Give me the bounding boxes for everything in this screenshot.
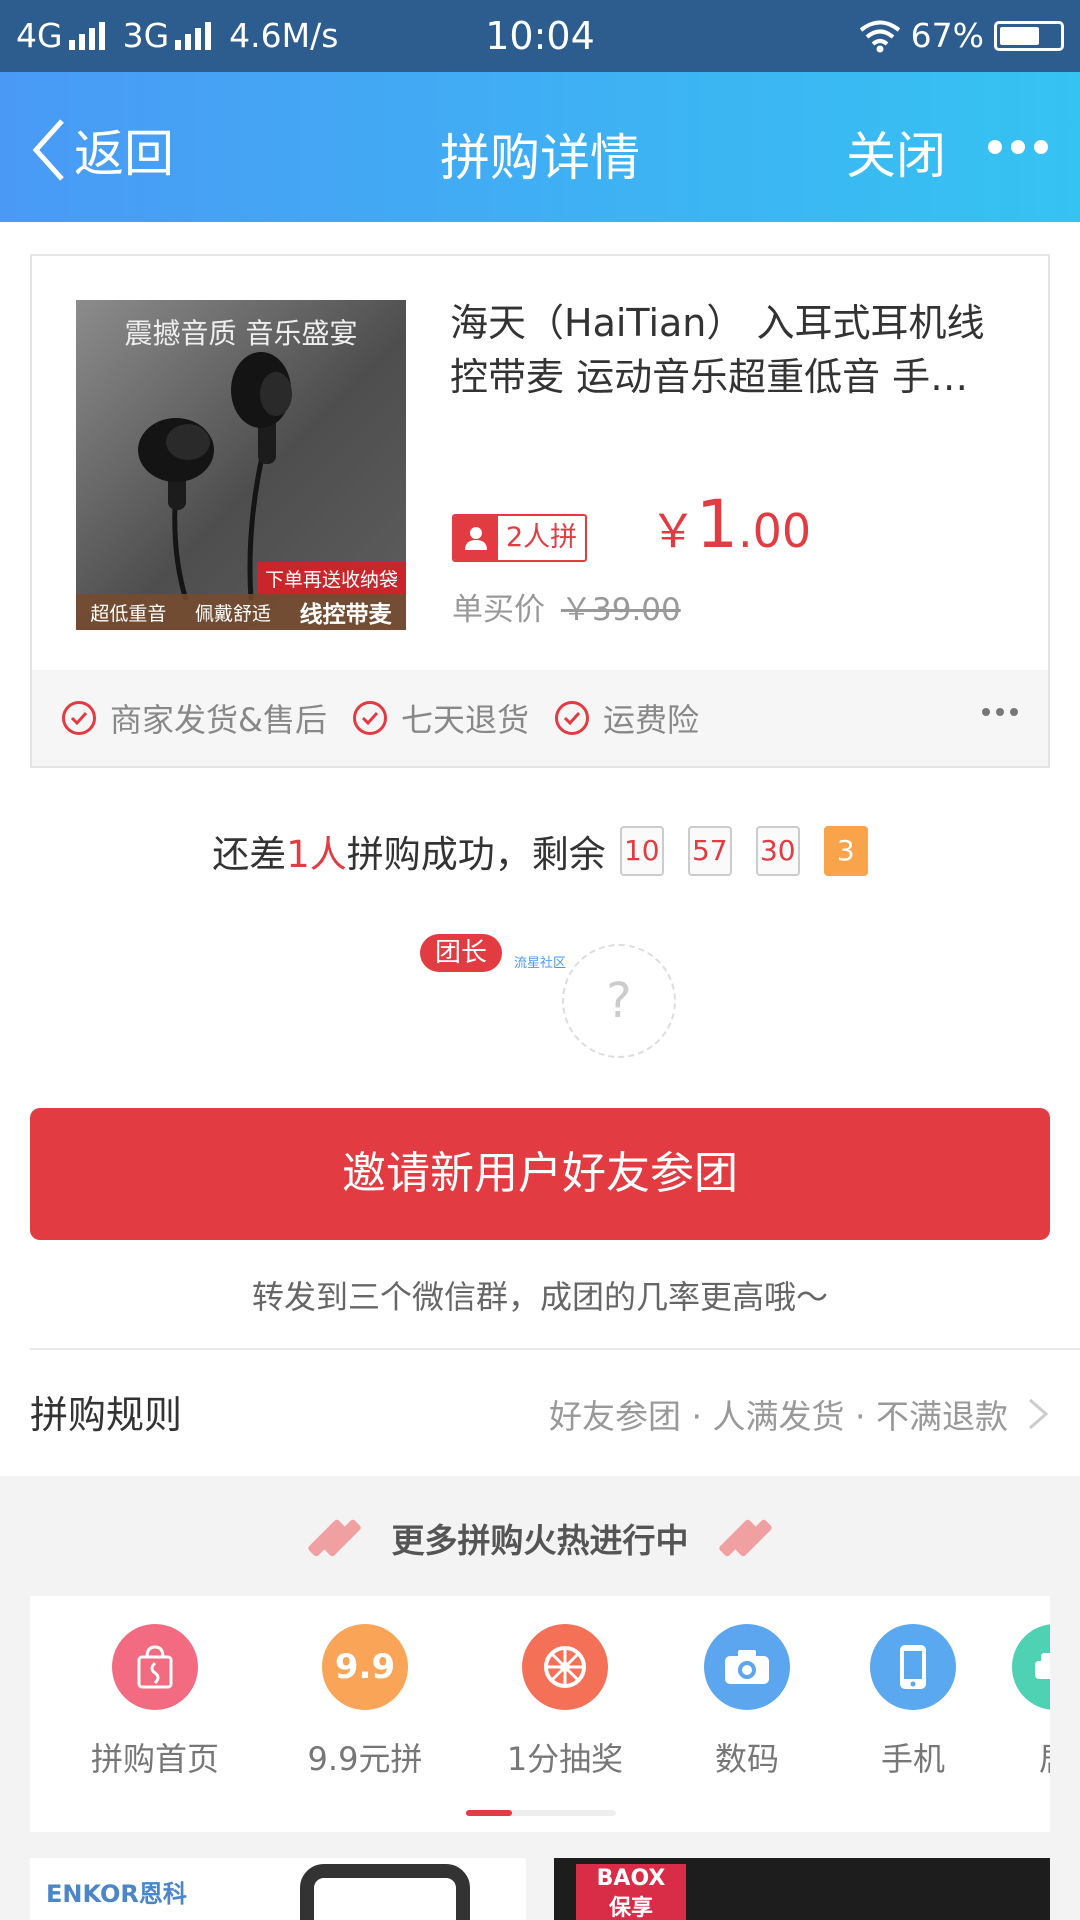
invite-button[interactable]: 邀请新用户好友参团	[30, 1108, 1050, 1240]
battery-percent: 67%	[910, 16, 984, 55]
service-features[interactable]: 商家发货&售后 七天退货 运费险	[32, 670, 1048, 766]
product-tile[interactable]: BAOX 保享	[554, 1858, 1050, 1920]
product-image[interactable]: 震撼音质 音乐盛宴 下单再送收纳袋 超低重音 佩戴舒适 线控带麦	[76, 300, 406, 630]
feature-item: 运费险	[554, 695, 699, 741]
price-decimal: .00	[738, 504, 812, 558]
wifi-icon	[859, 20, 900, 52]
person-icon	[454, 516, 498, 560]
feature-label: 七天退货	[400, 701, 529, 739]
countdown-hours: 10	[619, 826, 664, 876]
more-menu-icon[interactable]	[988, 140, 1048, 154]
more-title: 更多拼购火热进行中	[391, 1521, 689, 1560]
category-label: 数码	[714, 1740, 779, 1778]
category-pager	[466, 1810, 616, 1816]
category-item[interactable]: 9.9 9.9元拼	[280, 1624, 450, 1780]
empty-member-slot[interactable]: ?	[562, 944, 676, 1058]
divider	[30, 1348, 1080, 1350]
check-circle-icon	[62, 701, 96, 735]
close-button[interactable]: 关闭	[846, 116, 946, 188]
single-price: 单买价 ￥39.00	[452, 584, 681, 629]
category-item[interactable]: 1分抽奖	[480, 1624, 650, 1780]
category-label: 1分抽奖	[506, 1740, 624, 1778]
chevron-right-icon	[1029, 1398, 1049, 1430]
more-title-row: 更多拼购火热进行中	[0, 1514, 1080, 1562]
group-price: ￥1.00	[650, 486, 811, 563]
category-item[interactable]: 数码	[662, 1624, 832, 1780]
feature-label: 运费险	[602, 701, 699, 739]
leader-badge: 团长	[420, 934, 502, 972]
rules-title[interactable]: 拼购规则	[30, 1384, 182, 1439]
feature-item: 商家发货&售后	[62, 695, 327, 741]
tile-brand: ENKOR恩科	[46, 1880, 187, 1908]
product-tile[interactable]: ENKOR恩科	[30, 1858, 526, 1920]
product-title[interactable]: 海天（HaiTian） 入耳式耳机线控带麦 运动音乐超重低音 手…	[450, 296, 1020, 404]
feature-label: 商家发货&售后	[110, 701, 327, 739]
decoration-right-icon	[717, 1518, 773, 1558]
tile-brand-badge: BAOX 保享	[576, 1864, 686, 1920]
rules-summary-row[interactable]: 好友参团 · 人满发货 · 不满退款	[549, 1390, 1050, 1438]
sofa-icon	[1012, 1624, 1050, 1710]
countdown-prefix: 还差	[212, 833, 287, 876]
category-item[interactable]: 居	[970, 1624, 1050, 1780]
shopping-bag-icon	[112, 1624, 198, 1710]
share-hint: 转发到三个微信群，成团的几率更高哦～	[251, 1278, 828, 1316]
camera-icon	[704, 1624, 790, 1710]
category-label: 居	[970, 1734, 1050, 1780]
image-tag-3: 线控带麦	[299, 602, 392, 628]
countdown-minutes: 57	[687, 826, 732, 876]
single-price-label: 单买价	[452, 592, 545, 628]
decoration-left-icon	[306, 1518, 362, 1558]
features-more-icon[interactable]	[982, 708, 1018, 716]
image-bottom-bar: 超低重音 佩戴舒适 线控带麦	[76, 594, 406, 630]
price-symbol: ￥	[650, 504, 696, 558]
group-size-badge: 2人拼	[452, 514, 588, 562]
countdown-tenths: 3	[823, 826, 868, 876]
phone-icon	[870, 1624, 956, 1710]
tile-brand-line2: 保享	[608, 1896, 653, 1920]
image-tag-2: 佩戴舒适	[195, 602, 272, 625]
feature-item: 七天退货	[352, 695, 529, 741]
category-label: 9.9元拼	[307, 1740, 423, 1778]
nav-bar: 返回 拼购详情 关闭	[0, 72, 1080, 222]
countdown-count: 1人	[286, 833, 347, 876]
countdown-suffix: 拼购成功，剩余	[346, 833, 606, 876]
product-card[interactable]: 震撼音质 音乐盛宴 下单再送收纳袋 超低重音 佩戴舒适 线控带麦 海天（HaiT…	[30, 254, 1050, 768]
prize-wheel-icon	[522, 1624, 608, 1710]
category-item[interactable]: 拼购首页	[70, 1624, 240, 1780]
leader-name: 流星社区	[514, 956, 567, 971]
image-ribbon: 下单再送收纳袋	[256, 562, 406, 595]
single-price-value: ￥39.00	[561, 592, 681, 628]
category-label: 拼购首页	[90, 1740, 219, 1778]
countdown-seconds: 30	[755, 826, 800, 876]
speaker-image	[300, 1864, 470, 1920]
image-tag-1: 超低重音	[90, 602, 167, 625]
group-size-label: 2人拼	[506, 522, 578, 553]
status-right: 67%	[859, 16, 1064, 55]
countdown-line: 还差 1人 拼购成功，剩余 10 57 30 3	[0, 824, 1080, 878]
nine-nine-icon: 9.9	[322, 1624, 408, 1710]
category-panel: 拼购首页 9.9 9.9元拼 1分抽奖 数码 手机 居	[30, 1596, 1050, 1832]
price-integer: 1	[696, 486, 738, 563]
status-bar: 4G 3G 4.6M/s 10:04 67%	[0, 0, 1080, 72]
check-circle-icon	[352, 701, 387, 735]
check-circle-icon	[554, 701, 589, 735]
tile-brand-line1: BAOX	[596, 1866, 666, 1891]
battery-icon	[994, 20, 1064, 51]
rules-summary: 好友参团 · 人满发货 · 不满退款	[549, 1397, 1008, 1436]
